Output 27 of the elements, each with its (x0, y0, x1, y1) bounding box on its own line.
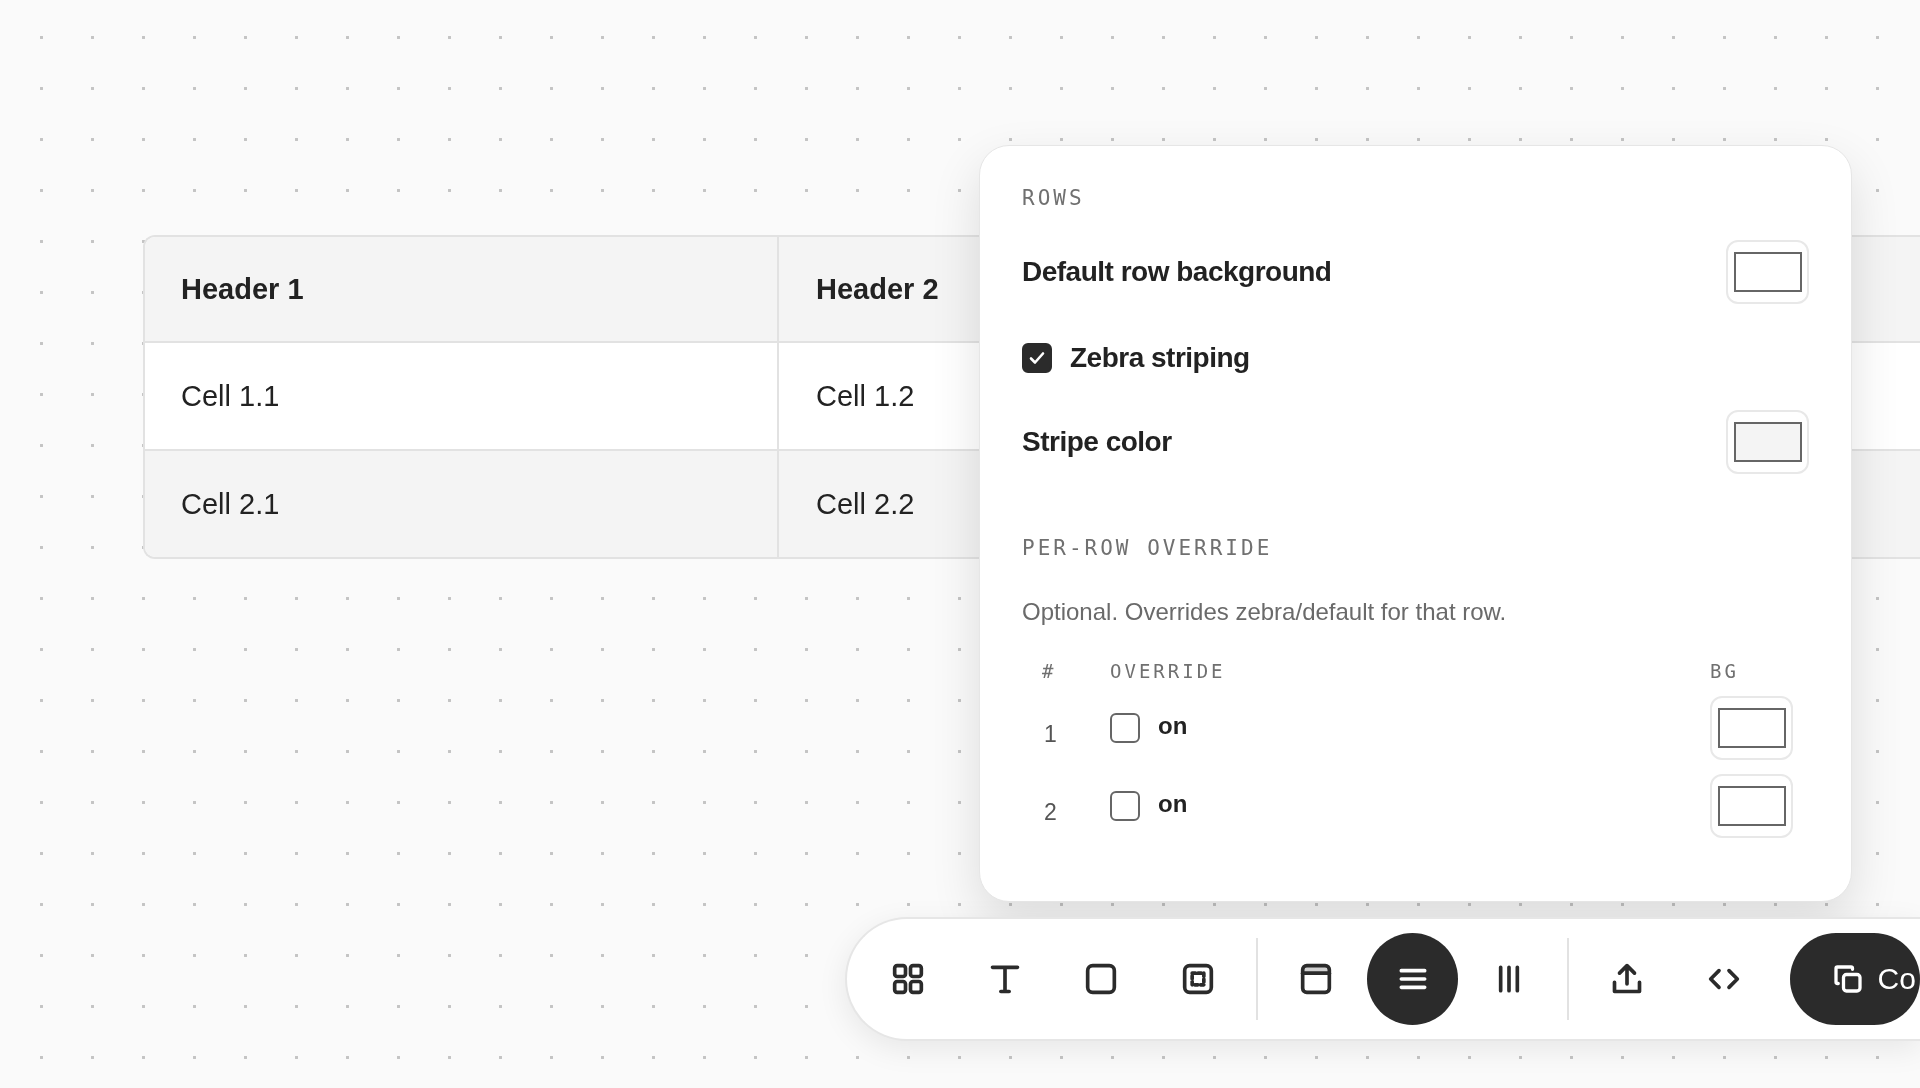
color-swatch[interactable] (1726, 240, 1809, 304)
table-cell: Cell 1.1 (181, 379, 280, 413)
checkbox[interactable] (1110, 791, 1140, 821)
color-swatch[interactable] (1726, 410, 1809, 474)
column-header: BG (1710, 660, 1739, 682)
row-number: 1 (1043, 719, 1058, 748)
column-header: Header 2 (816, 272, 939, 306)
column-header: OVERRIDE (1110, 660, 1227, 682)
section-heading: ROWS (1022, 186, 1085, 210)
table-cell: Cell 1.2 (816, 379, 915, 413)
column-header: # (1042, 660, 1058, 682)
color-swatch[interactable] (1710, 696, 1793, 760)
setting-label: Default row background (1022, 256, 1332, 288)
checkbox-label: Zebra striping (1070, 342, 1250, 374)
copy-button[interactable]: Co (1789, 933, 1920, 1025)
checkbox[interactable] (1110, 713, 1140, 743)
column-header: Header 1 (181, 272, 304, 306)
checkbox-label: on (1158, 712, 1188, 741)
table-cell: Cell 2.1 (181, 487, 280, 521)
row-number: 2 (1043, 797, 1058, 826)
setting-label: Stripe color (1022, 426, 1172, 458)
checkbox-label: on (1158, 790, 1188, 819)
section-heading: PER-ROW OVERRIDE (1022, 536, 1273, 560)
checkbox[interactable] (1022, 343, 1052, 373)
color-swatch[interactable] (1710, 774, 1793, 838)
hint-text: Optional. Overrides zebra/default for that row. (1022, 598, 1508, 626)
table-cell: Cell 2.2 (816, 487, 915, 521)
